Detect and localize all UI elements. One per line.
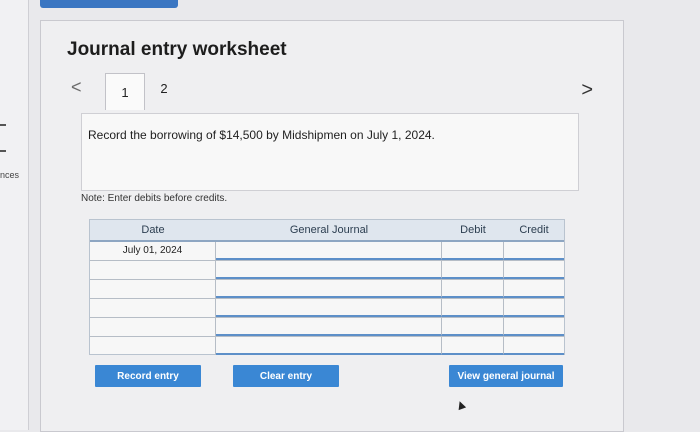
worksheet-panel: Journal entry worksheet < 1 2 > Record t… bbox=[40, 20, 624, 432]
credit-input[interactable] bbox=[504, 242, 564, 260]
record-entry-button[interactable]: Record entry bbox=[95, 365, 201, 387]
left-sidebar-strip: nces bbox=[0, 0, 29, 430]
next-chevron-icon[interactable]: > bbox=[581, 79, 593, 102]
prev-chevron-icon[interactable]: < bbox=[71, 77, 82, 98]
tab-2[interactable]: 2 bbox=[145, 73, 183, 103]
table-row bbox=[90, 318, 564, 337]
credit-input[interactable] bbox=[504, 299, 564, 317]
header-date: Date bbox=[141, 224, 165, 236]
credit-input[interactable] bbox=[504, 318, 564, 336]
instruction-box: Record the borrowing of $14,500 by Midsh… bbox=[81, 113, 579, 191]
debit-input[interactable] bbox=[442, 261, 504, 279]
header-general-journal: General Journal bbox=[289, 224, 369, 236]
table-row: July 01, 2024 bbox=[90, 242, 564, 261]
view-general-journal-button[interactable]: View general journal bbox=[449, 365, 563, 387]
journal-header-row: Date General Journal Debit Credit bbox=[90, 220, 564, 242]
date-cell: July 01, 2024 bbox=[90, 242, 216, 260]
debit-input[interactable] bbox=[442, 318, 504, 336]
debit-input[interactable] bbox=[442, 299, 504, 317]
top-accent-bar bbox=[40, 0, 178, 8]
date-cell bbox=[90, 261, 216, 279]
note-text: Note: Enter debits before credits. bbox=[81, 193, 228, 204]
account-input[interactable] bbox=[216, 337, 442, 355]
date-cell bbox=[90, 337, 216, 355]
page-title: Journal entry worksheet bbox=[67, 39, 287, 60]
instruction-text: Record the borrowing of $14,500 by Midsh… bbox=[88, 128, 435, 142]
sidebar-tick bbox=[0, 150, 6, 152]
header-credit: Credit bbox=[519, 224, 549, 236]
date-cell bbox=[90, 280, 216, 298]
debit-input[interactable] bbox=[442, 280, 504, 298]
table-row bbox=[90, 299, 564, 318]
account-input[interactable] bbox=[216, 261, 442, 279]
sidebar-fragment-text: nces bbox=[0, 170, 20, 180]
table-row bbox=[90, 280, 564, 299]
account-input[interactable] bbox=[216, 318, 442, 336]
date-cell bbox=[90, 318, 216, 336]
table-row bbox=[90, 261, 564, 280]
sidebar-tick bbox=[0, 124, 6, 126]
credit-input[interactable] bbox=[504, 337, 564, 355]
mouse-cursor-icon bbox=[455, 399, 467, 411]
tab-1[interactable]: 1 bbox=[105, 73, 145, 110]
credit-input[interactable] bbox=[504, 280, 564, 298]
account-input[interactable] bbox=[216, 299, 442, 317]
account-input[interactable] bbox=[216, 280, 442, 298]
date-cell bbox=[90, 299, 216, 317]
table-row bbox=[90, 337, 564, 355]
debit-input[interactable] bbox=[442, 242, 504, 260]
account-input[interactable] bbox=[216, 242, 442, 260]
debit-input[interactable] bbox=[442, 337, 504, 355]
clear-entry-button[interactable]: Clear entry bbox=[233, 365, 339, 387]
journal-table: Date General Journal Debit Credit July 0… bbox=[89, 219, 565, 355]
credit-input[interactable] bbox=[504, 261, 564, 279]
header-debit: Debit bbox=[460, 224, 486, 236]
